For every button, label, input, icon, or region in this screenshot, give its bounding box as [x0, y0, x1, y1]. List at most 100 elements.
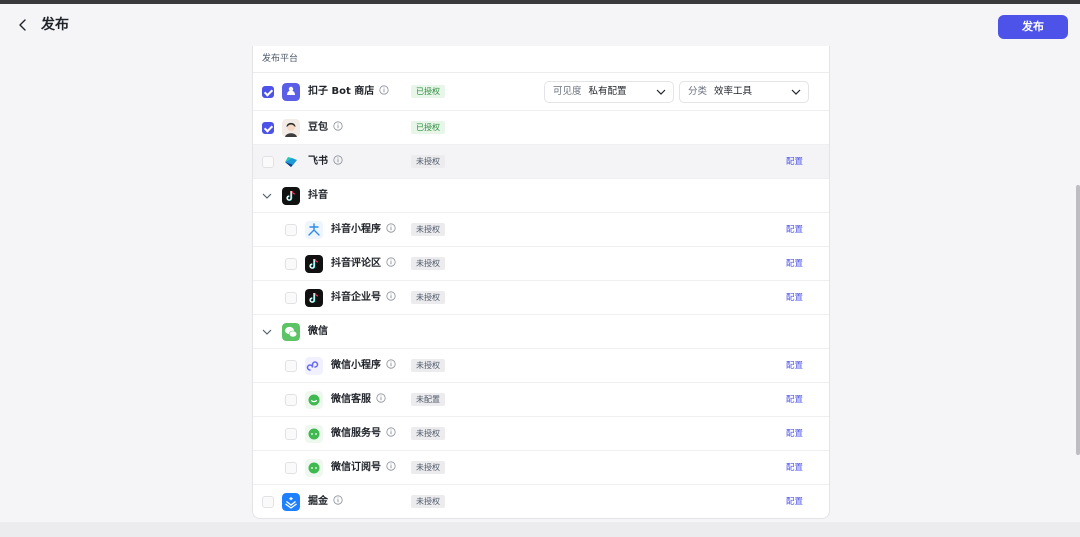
info-icon[interactable] — [386, 460, 396, 471]
platform-row-douyin-mini: 抖音小程序 未授权 配置 — [253, 213, 829, 247]
chevron-down-icon — [791, 89, 801, 95]
info-icon[interactable] — [333, 495, 343, 505]
status-badge: 已授权 — [411, 84, 445, 98]
platform-name: 微信订阅号 — [331, 460, 396, 475]
status-badge: 未授权 — [411, 256, 445, 270]
configure-link[interactable]: 配置 — [786, 292, 803, 304]
wechat-logo-icon — [282, 322, 300, 341]
section-label: 发布平台 — [253, 46, 829, 73]
platform-name: 扣子 Bot 商店 — [308, 84, 389, 99]
status-badge: 未配置 — [411, 392, 445, 406]
koze-logo-icon — [282, 82, 300, 101]
checkbox-douyin-comment[interactable] — [285, 257, 297, 270]
group-name: 微信 — [308, 325, 328, 337]
configure-link[interactable]: 配置 — [786, 360, 803, 372]
checkbox-wechat-subscription[interactable] — [285, 461, 297, 474]
back-button[interactable] — [14, 16, 32, 34]
visibility-label: 可见度 — [553, 85, 582, 97]
platform-row-feishu: 飞书 未授权 配置 — [253, 145, 829, 179]
platform-name: 微信客服 — [331, 392, 386, 407]
platform-name: 抖音小程序 — [331, 222, 396, 237]
group-row-wechat: 微信 — [253, 315, 829, 349]
platform-row-douyin-comment: 抖音评论区 未授权 配置 — [253, 247, 829, 281]
info-icon[interactable] — [386, 222, 396, 233]
status-badge: 未授权 — [411, 495, 445, 508]
checkbox-douyin-enterprise[interactable] — [285, 291, 297, 304]
platform-name: 抖音企业号 — [331, 290, 396, 305]
vertical-scrollbar[interactable] — [1076, 185, 1080, 455]
configure-link[interactable]: 配置 — [786, 394, 803, 406]
platform-row-douyin-enterprise: 抖音企业号 未授权 配置 — [253, 281, 829, 315]
status-badge: 未授权 — [411, 426, 445, 440]
juejin-logo-icon — [282, 493, 300, 511]
category-label: 分类 — [688, 85, 708, 97]
platform-row-wechat-service-chat: 微信客服 未配置 配置 — [253, 383, 829, 417]
wechat-service-chat-icon — [305, 390, 323, 409]
info-icon[interactable] — [333, 154, 343, 165]
configure-link[interactable]: 配置 — [786, 462, 803, 474]
wechat-service-account-icon — [305, 424, 323, 443]
platform-name: 飞书 — [308, 154, 343, 169]
status-badge: 未授权 — [411, 222, 445, 236]
page-header: 发布 发布 — [0, 4, 1080, 46]
douyin-logo-icon — [282, 186, 300, 205]
info-icon[interactable] — [376, 392, 386, 403]
platform-name: 微信服务号 — [331, 426, 396, 441]
platform-row-wechat-subscription: 微信订阅号 未授权 配置 — [253, 451, 829, 485]
status-badge: 未授权 — [411, 290, 445, 304]
checkbox-koze[interactable] — [262, 85, 274, 98]
platform-row-wechat-service-account: 微信服务号 未授权 配置 — [253, 417, 829, 451]
douyin-logo-icon — [305, 254, 323, 273]
doubao-avatar-icon — [282, 118, 300, 137]
platform-row-wechat-mini: 微信小程序 未授权 配置 — [253, 349, 829, 383]
publish-button[interactable]: 发布 — [998, 15, 1068, 39]
douyin-miniprogram-icon — [305, 220, 323, 239]
checkbox-doubao[interactable] — [262, 121, 274, 134]
page-title: 发布 — [41, 17, 69, 33]
group-name: 抖音 — [308, 189, 328, 201]
checkbox-wechat-mini[interactable] — [285, 359, 297, 372]
configure-link[interactable]: 配置 — [786, 258, 803, 270]
chevron-down-icon[interactable] — [261, 190, 273, 202]
platform-row-koze: 扣子 Bot 商店 已授权 可见度 私有配置 分类 效率工具 — [253, 73, 829, 111]
group-row-douyin: 抖音 — [253, 179, 829, 213]
configure-link[interactable]: 配置 — [786, 428, 803, 440]
chevron-left-icon — [19, 19, 26, 31]
douyin-logo-icon — [305, 288, 323, 307]
status-badge: 未授权 — [411, 154, 445, 168]
info-icon[interactable] — [386, 426, 396, 437]
platform-row-doubao: 豆包 已授权 — [253, 111, 829, 145]
configure-link[interactable]: 配置 — [786, 224, 803, 236]
checkbox-wechat-service-chat[interactable] — [285, 393, 297, 406]
info-icon[interactable] — [386, 290, 396, 301]
visibility-select[interactable]: 可见度 私有配置 — [544, 80, 674, 103]
platform-name: 豆包 — [308, 120, 343, 135]
visibility-value: 私有配置 — [588, 85, 627, 97]
wechat-subscription-icon — [305, 458, 323, 477]
category-select[interactable]: 分类 效率工具 — [679, 80, 809, 103]
bottom-edge — [0, 522, 1080, 537]
chevron-down-icon[interactable] — [261, 326, 273, 338]
configure-link[interactable]: 配置 — [786, 156, 803, 168]
status-badge: 未授权 — [411, 358, 445, 372]
info-icon[interactable] — [386, 358, 396, 369]
wechat-miniprogram-icon — [305, 356, 323, 375]
checkbox-douyin-mini[interactable] — [285, 223, 297, 236]
info-icon[interactable] — [379, 84, 389, 95]
feishu-logo-icon — [282, 153, 300, 171]
info-icon[interactable] — [386, 256, 396, 267]
platform-row-juejin: 掘金 未授权 配置 — [253, 485, 829, 518]
info-icon[interactable] — [333, 120, 343, 131]
chevron-down-icon — [656, 89, 666, 95]
checkbox-wechat-service-account[interactable] — [285, 427, 297, 440]
configure-link[interactable]: 配置 — [786, 496, 803, 508]
status-badge: 已授权 — [411, 120, 445, 134]
checkbox-feishu[interactable] — [262, 155, 274, 168]
status-badge: 未授权 — [411, 460, 445, 474]
category-value: 效率工具 — [714, 85, 753, 97]
platform-name: 掘金 — [308, 495, 343, 509]
platform-name: 微信小程序 — [331, 358, 396, 373]
publish-platform-panel: 发布平台 扣子 Bot 商店 已授权 可见度 私有配置 分类 效率工具 豆包 已授权 — [252, 46, 830, 519]
platform-name: 抖音评论区 — [331, 256, 396, 271]
checkbox-juejin[interactable] — [262, 496, 274, 508]
